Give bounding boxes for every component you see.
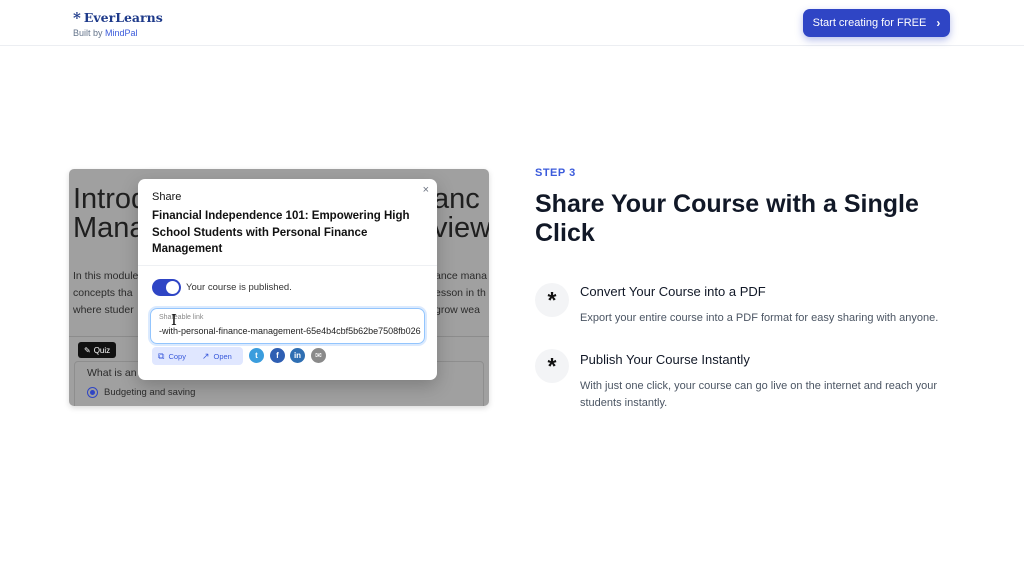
pencil-icon: ✎ <box>84 345 91 355</box>
quiz-badge: ✎ Quiz <box>78 342 117 358</box>
brand-logo[interactable]: * EverLearns Built by MindPal <box>73 10 163 38</box>
brand-name: EverLearns <box>83 10 163 25</box>
feature-title-pdf: Convert Your Course into a PDF <box>580 284 766 299</box>
brand-subtitle: Built by MindPal <box>73 28 163 38</box>
course-title: Financial Independence 101: Empowering H… <box>152 210 410 255</box>
modal-divider <box>138 265 437 266</box>
feature-title-publish: Publish Your Course Instantly <box>580 352 750 367</box>
start-creating-button[interactable]: Start creating for FREE › <box>803 9 950 37</box>
start-creating-label: Start creating for FREE <box>812 17 927 29</box>
quiz-badge-label: Quiz <box>93 345 111 355</box>
open-link-button[interactable]: ↗ Open <box>196 347 238 365</box>
shareable-link-label: Shareable link <box>159 314 204 321</box>
brand-name-row: * EverLearns <box>73 10 163 25</box>
background-module-title: Introd Mana <box>73 183 148 244</box>
quiz-option[interactable]: Budgeting and saving <box>87 387 195 398</box>
twitter-share-icon[interactable]: t <box>249 348 264 363</box>
quiz-question: What is an <box>87 367 137 379</box>
link-action-bar: ⧉ Copy ↗ Open <box>152 347 243 365</box>
copy-icon: ⧉ <box>158 350 165 361</box>
mindpal-link[interactable]: MindPal <box>105 28 138 38</box>
external-link-icon: ↗ <box>201 350 210 361</box>
copy-label: Copy <box>168 351 186 361</box>
open-label: Open <box>213 351 232 361</box>
text-cursor-icon: I <box>171 311 177 329</box>
feature-desc-publish: With just one click, your course can go … <box>580 380 938 409</box>
shareable-link-field[interactable]: Shareable link -with-personal-finance-ma… <box>150 308 425 344</box>
shareable-link-value[interactable]: -with-personal-finance-management-65e4b4… <box>159 326 421 336</box>
asterisk-logo-icon: * <box>73 8 81 27</box>
share-modal-label: Share <box>152 191 182 203</box>
linkedin-share-icon[interactable]: in <box>290 348 305 363</box>
chevron-right-icon: › <box>936 16 941 30</box>
brand-sub-prefix: Built by <box>73 28 106 38</box>
section-heading: Share Your Course with a Single Click <box>535 190 919 247</box>
asterisk-icon: * <box>535 283 569 317</box>
publish-toggle[interactable] <box>152 279 181 296</box>
background-module-title-right: anc view <box>433 183 489 244</box>
facebook-share-icon[interactable]: f <box>270 348 285 363</box>
share-modal: × Share Financial Independence 101: Empo… <box>138 179 437 380</box>
top-header: * EverLearns Built by MindPal Start crea… <box>0 0 1024 46</box>
step-label: STEP 3 <box>535 167 576 179</box>
asterisk-icon: * <box>535 349 569 383</box>
background-module-text: In this module concepts tha where studer <box>73 270 139 316</box>
background-module-text-right: ance mana esson in th grow wea <box>435 270 487 316</box>
quiz-option-label: Budgeting and saving <box>104 387 196 398</box>
radio-selected-icon[interactable] <box>87 387 98 398</box>
close-icon[interactable]: × <box>423 184 429 196</box>
published-status-text: Your course is published. <box>186 282 292 293</box>
feature-desc-pdf: Export your entire course into a PDF for… <box>580 312 939 324</box>
copy-link-button[interactable]: ⧉ Copy <box>152 347 192 365</box>
email-share-icon[interactable]: ✉ <box>311 348 326 363</box>
